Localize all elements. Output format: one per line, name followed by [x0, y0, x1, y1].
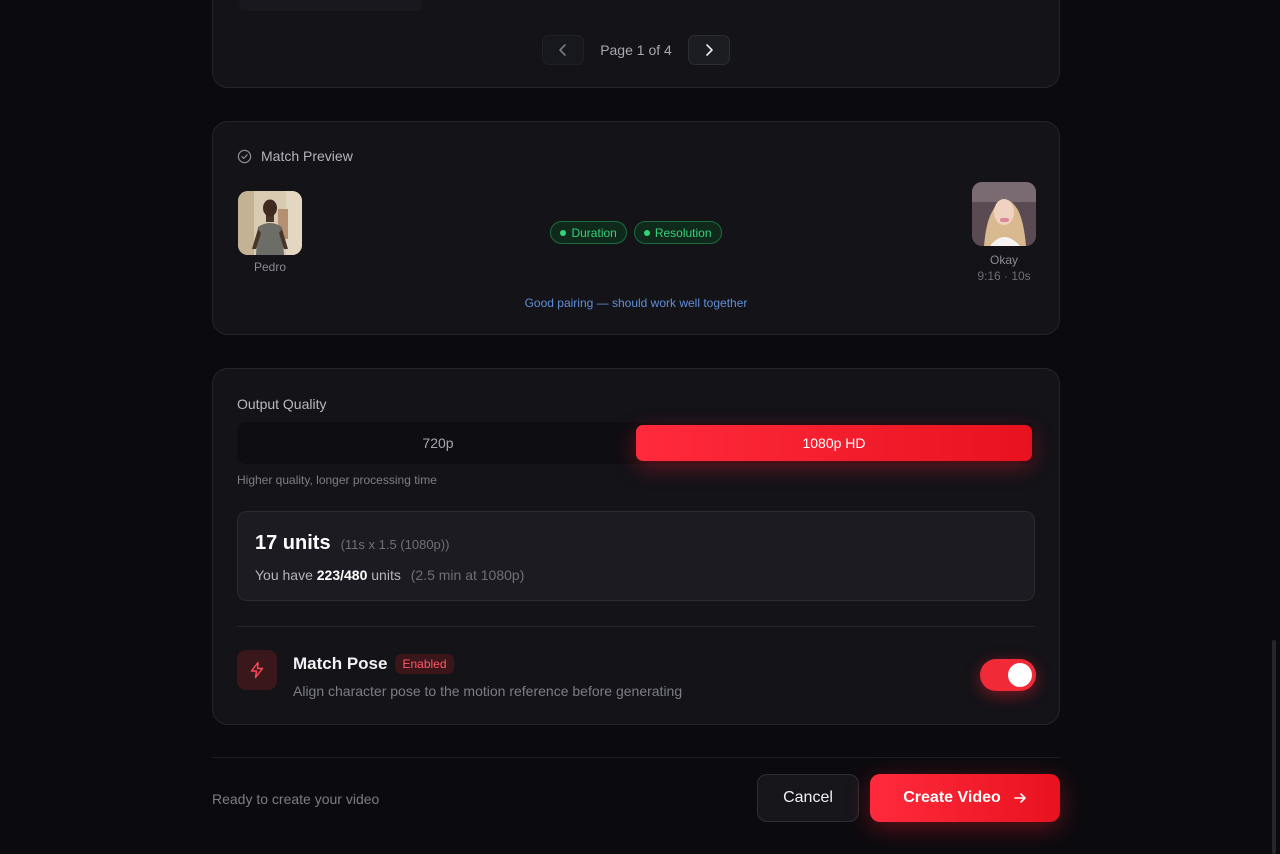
- match-pose-title: Match Pose: [293, 654, 388, 673]
- chevron-right-icon: [706, 44, 713, 56]
- footer-divider: [212, 757, 1060, 758]
- chevron-left-icon: [559, 44, 566, 56]
- match-preview-card: Match Preview Pedro Duration Resolution …: [212, 121, 1060, 335]
- motion-name: Okay: [989, 253, 1018, 267]
- match-preview-title: Match Preview: [261, 148, 353, 164]
- output-quality-card: Output Quality 720p 1080p HD Higher qual…: [212, 368, 1060, 725]
- balance-value: 223/480: [316, 567, 368, 583]
- pairing-note: Good pairing — should work well together: [524, 296, 748, 310]
- match-pose-header: Match Pose Enabled: [293, 654, 454, 674]
- arrow-right-icon: [1013, 793, 1026, 803]
- pagination: Page 1 of 4: [213, 35, 1059, 65]
- create-video-label: Create Video: [903, 789, 1001, 806]
- resolution-badge: Resolution: [633, 221, 722, 244]
- cost-line: 17 units (11s x 1.5 (1080p)): [255, 532, 449, 555]
- balance-suffix: units: [371, 567, 401, 583]
- duration-badge: Duration: [550, 221, 627, 244]
- motion-caption: Okay 9:16 · 10s: [959, 252, 1049, 284]
- create-video-page: Page 1 of 4 Match Preview Pedro Duration…: [0, 0, 1280, 854]
- status-dot: [643, 229, 650, 236]
- match-pose-status-badge: Enabled: [395, 654, 454, 674]
- create-video-button[interactable]: Create Video: [870, 774, 1060, 822]
- cost-calculation: (11s x 1.5 (1080p)): [340, 537, 450, 552]
- library-card: Page 1 of 4: [212, 0, 1060, 88]
- quality-option-720p[interactable]: 720p: [240, 425, 636, 461]
- cost-value: 17 units: [255, 532, 331, 554]
- motion-meta: 9:16 · 10s: [977, 269, 1031, 283]
- lightning-icon: [237, 650, 277, 690]
- balance-prefix: You have: [255, 567, 313, 583]
- badge-label: Duration: [571, 225, 617, 240]
- status-dot: [560, 229, 567, 236]
- cancel-button[interactable]: Cancel: [757, 774, 859, 822]
- library-item-stub: [239, 0, 423, 11]
- divider: [237, 626, 1035, 627]
- toggle-knob: [1008, 663, 1032, 687]
- balance-extra: (2.5 min at 1080p): [410, 567, 525, 583]
- badge-label: Resolution: [654, 225, 712, 240]
- check-circle-icon: [237, 149, 252, 163]
- balance-line: You have 223/480 units (2.5 min at 1080p…: [255, 567, 524, 583]
- match-pose-toggle[interactable]: [980, 659, 1036, 691]
- lightning-glyph: [250, 661, 264, 679]
- motion-thumbnail[interactable]: [972, 182, 1036, 246]
- character-name: Pedro: [253, 260, 287, 274]
- scrollbar-thumb[interactable]: [1272, 640, 1276, 854]
- prev-page-button[interactable]: [542, 35, 585, 65]
- quality-hint: Higher quality, longer processing time: [237, 473, 437, 487]
- motion-photo: [972, 182, 1036, 246]
- cost-summary: 17 units (11s x 1.5 (1080p)) You have 22…: [237, 511, 1035, 601]
- match-badges: Duration Resolution: [213, 221, 1059, 244]
- quality-segmented-control: 720p 1080p HD: [237, 422, 1035, 464]
- quality-option-1080p[interactable]: 1080p HD: [636, 425, 1032, 461]
- match-preview-header: Match Preview: [237, 148, 353, 164]
- page-indicator: Page 1 of 4: [600, 42, 672, 58]
- output-quality-title: Output Quality: [237, 396, 327, 412]
- match-pose-description: Align character pose to the motion refer…: [293, 683, 683, 699]
- next-page-button[interactable]: [687, 35, 730, 65]
- footer-status: Ready to create your video: [212, 791, 380, 807]
